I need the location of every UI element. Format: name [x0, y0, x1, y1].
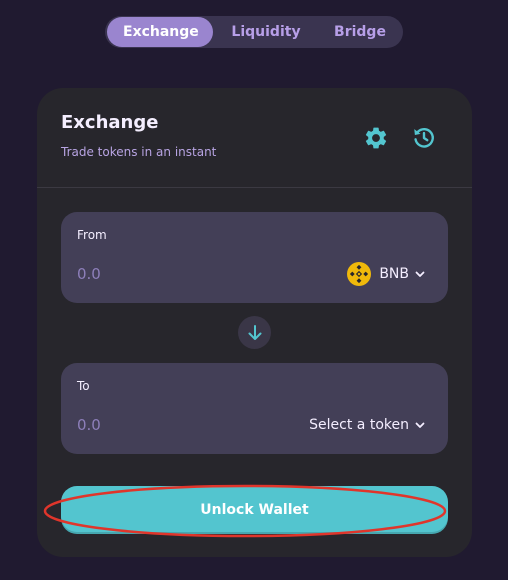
card-title: Exchange — [61, 112, 159, 133]
exchange-card: Exchange Trade tokens in an instant From — [37, 88, 472, 557]
swap-direction-button[interactable] — [238, 316, 271, 349]
gear-icon[interactable] — [363, 125, 389, 151]
chevron-down-icon — [415, 422, 425, 428]
from-token-select[interactable]: BNB — [347, 262, 426, 286]
tab-liquidity[interactable]: Liquidity — [213, 17, 319, 47]
to-token-select[interactable]: Select a token — [309, 413, 426, 437]
bnb-logo-icon — [347, 262, 372, 286]
to-label: To — [77, 379, 90, 393]
arrow-down-icon — [248, 324, 261, 340]
tab-exchange[interactable]: Exchange — [107, 17, 213, 47]
to-amount-input[interactable] — [77, 415, 257, 435]
history-icon[interactable] — [411, 125, 437, 151]
unlock-wallet-button[interactable]: Unlock Wallet — [61, 486, 448, 534]
to-panel: To Select a token — [61, 363, 448, 454]
tab-bridge[interactable]: Bridge — [319, 17, 401, 47]
from-panel: From BNB — [61, 212, 448, 303]
tab-switcher: Exchange Liquidity Bridge — [105, 16, 403, 48]
from-label: From — [77, 228, 107, 242]
chevron-down-icon — [415, 271, 425, 277]
card-header: Exchange Trade tokens in an instant — [37, 88, 472, 188]
from-token-label: BNB — [379, 266, 409, 282]
card-subtitle: Trade tokens in an instant — [61, 145, 217, 159]
from-amount-input[interactable] — [77, 264, 257, 284]
to-token-label: Select a token — [309, 417, 409, 433]
